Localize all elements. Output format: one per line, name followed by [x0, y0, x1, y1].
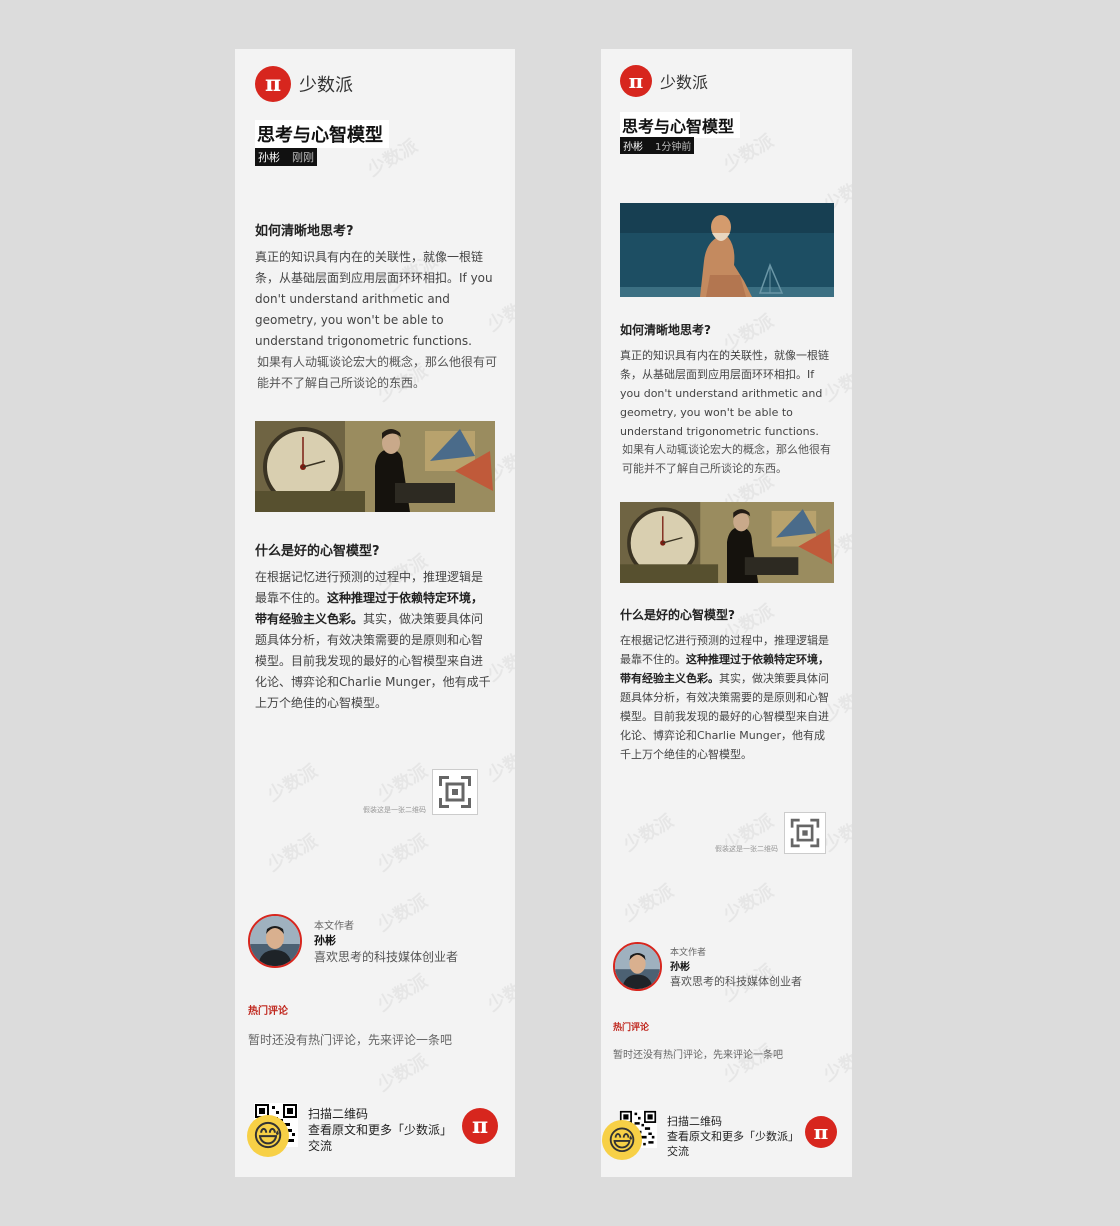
pi-logo-icon: π — [620, 65, 652, 97]
article-title: 思考与心智模型 — [620, 112, 741, 138]
article-illustration-clock-man — [255, 421, 495, 512]
qr-code-icon: 😅 — [602, 1110, 658, 1162]
share-footer: 😅 扫描二维码 查看原文和更多「少数派」 交流 — [247, 1103, 452, 1157]
no-comments-text: 暂时还没有热门评论，先来评论一条吧 — [613, 1050, 783, 1061]
brand-name: 少数派 — [299, 75, 353, 96]
section2-paragraph: 在根据记忆进行预测的过程中，推理逻辑是最靠不住的。这种推理过于依赖特定环境，带有… — [620, 631, 832, 764]
footer-line-3: 交流 — [667, 1144, 689, 1158]
hot-comments-heading: 热门评论 — [248, 1006, 288, 1017]
section-heading-clear-thinking: 如何清晰地思考? — [620, 323, 711, 337]
brand-header: π 少数派 — [620, 65, 708, 97]
brand-header: π 少数派 — [255, 66, 353, 102]
article-cover-statue — [620, 203, 834, 297]
section1-paragraph: 真正的知识具有内在的关联性，就像一根链条，从基础层面到应用层面环环相扣。If y… — [255, 250, 493, 348]
author-name[interactable]: 孙彬 — [314, 932, 458, 948]
hot-comments-heading: 热门评论 — [613, 1023, 650, 1033]
sweat-smile-emoji-icon: 😅 — [247, 1115, 289, 1157]
footer-line-3: 交流 — [308, 1139, 333, 1153]
section1-quote: 如果有人动辄谈论宏大的概念，那么他很有可能并不了解自己所谈论的东西。 — [257, 355, 498, 390]
pi-logo-icon: π — [255, 66, 291, 102]
section1-quote: 如果有人动辄谈论宏大的概念，那么他很有可能并不了解自己所谈论的东西。 — [622, 443, 831, 475]
article-title: 思考与心智模型 — [255, 120, 389, 148]
sweat-smile-emoji-icon: 😅 — [602, 1120, 642, 1160]
article-meta: 孙彬 刚刚 — [255, 148, 317, 166]
author-name[interactable]: 孙彬 — [670, 958, 802, 973]
footer-line-2: 查看原文和更多「少数派」 — [667, 1129, 799, 1143]
qr-caption: 假装这是一张二维码 — [715, 845, 778, 853]
author-block: 本文作者 孙彬 喜欢思考的科技媒体创业者 — [613, 942, 802, 991]
placeholder-qr-block: 假装这是一张二维码 — [363, 769, 478, 815]
avatar[interactable] — [613, 942, 662, 991]
author-byline: 孙彬 — [258, 151, 280, 164]
section2-text-post: 其实，做决策要具体问题具体分析，有效决策需要的是原则和心智模型。目前我发现的最好… — [620, 672, 829, 761]
publish-time: 1分钟前 — [655, 142, 692, 153]
no-comments-text: 暂时还没有热门评论，先来评论一条吧 — [248, 1033, 453, 1047]
section2-paragraph: 在根据记忆进行预测的过程中，推理逻辑是最靠不住的。这种推理过于依赖特定环境，带有… — [255, 567, 493, 714]
author-info: 本文作者 孙彬 喜欢思考的科技媒体创业者 — [314, 917, 458, 965]
share-card-preview-right: 少数派 少数派 少数派 少数派 少数派 少数派 少数派 少数派 少数派 少数派 … — [601, 49, 852, 1177]
qr-code-icon — [432, 769, 478, 815]
author-label: 本文作者 — [314, 921, 354, 932]
author-bio: 喜欢思考的科技媒体创业者 — [314, 950, 459, 964]
pi-logo-icon: π — [805, 1116, 837, 1148]
footer-text: 扫描二维码 查看原文和更多「少数派」 交流 — [667, 1114, 799, 1159]
section2-text-post: 其实，做决策要具体问题具体分析，有效决策需要的是原则和心智模型。目前我发现的最好… — [255, 612, 491, 710]
qr-caption: 假装这是一张二维码 — [363, 806, 426, 814]
section-heading-mental-models: 什么是好的心智模型? — [620, 608, 735, 622]
author-byline: 孙彬 — [623, 142, 643, 153]
author-label: 本文作者 — [670, 947, 707, 958]
share-card-preview-left: 少数派 少数派 少数派 少数派 少数派 少数派 少数派 少数派 少数派 少数派 … — [235, 49, 515, 1177]
qr-code-icon: 😅 — [247, 1103, 298, 1157]
publish-time: 刚刚 — [292, 151, 314, 164]
avatar[interactable] — [248, 914, 302, 968]
share-footer: 😅 扫描二维码 查看原文和更多「少数派」 交流 — [602, 1110, 799, 1162]
brand-name: 少数派 — [660, 73, 709, 92]
section1-paragraph: 真正的知识具有内在的关联性，就像一根链条，从基础层面到应用层面环环相扣。If y… — [620, 349, 829, 438]
qr-code-icon — [784, 812, 826, 854]
footer-line-2: 查看原文和更多「少数派」 — [308, 1123, 453, 1137]
footer-line-1: 扫描二维码 — [308, 1107, 369, 1121]
author-bio: 喜欢思考的科技媒体创业者 — [670, 974, 802, 988]
article-meta: 孙彬 1分钟前 — [620, 137, 695, 154]
section-heading-mental-models: 什么是好的心智模型? — [255, 544, 380, 559]
placeholder-qr-block: 假装这是一张二维码 — [715, 812, 826, 854]
author-info: 本文作者 孙彬 喜欢思考的科技媒体创业者 — [670, 945, 802, 989]
footer-text: 扫描二维码 查看原文和更多「少数派」 交流 — [308, 1106, 452, 1154]
section-heading-clear-thinking: 如何清晰地思考? — [255, 224, 354, 239]
footer-line-1: 扫描二维码 — [667, 1114, 722, 1128]
article-illustration-clock-man — [620, 502, 834, 583]
pi-logo-icon: π — [462, 1108, 498, 1144]
author-block: 本文作者 孙彬 喜欢思考的科技媒体创业者 — [248, 914, 458, 968]
